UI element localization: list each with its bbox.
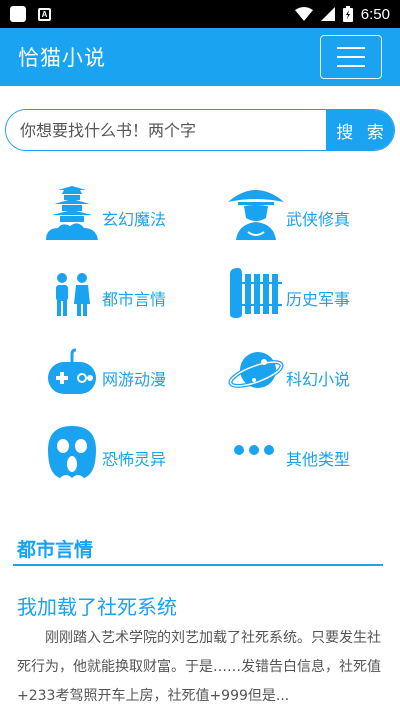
search-input[interactable] <box>6 110 326 150</box>
status-time: 6:50 <box>360 5 390 23</box>
pagoda-icon <box>46 186 98 240</box>
category-label: 武侠修真 <box>286 210 351 229</box>
menu-line <box>337 47 365 49</box>
book-description: 刚刚踏入艺术学院的刘艺加载了社死系统。只要发生社死行为，他就能换取财富。于是……… <box>17 630 381 704</box>
search-bar: 搜 索 <box>5 109 395 151</box>
a-badge-icon: A <box>38 7 51 21</box>
swordsman-hat-icon <box>228 190 284 240</box>
signal-icon <box>320 7 335 21</box>
section-divider <box>13 564 383 566</box>
planet-icon <box>228 352 284 388</box>
category-label: 玄幻魔法 <box>102 210 167 229</box>
category-kehuan[interactable]: 科幻小说 <box>228 342 350 402</box>
menu-button[interactable] <box>320 35 382 79</box>
dots-icon <box>234 445 274 455</box>
category-label: 历史军事 <box>286 290 351 309</box>
section-title: 都市言情 <box>17 539 94 561</box>
scream-face-icon <box>48 426 96 478</box>
category-label: 恐怖灵异 <box>102 450 167 469</box>
notification-icon <box>10 6 26 22</box>
category-lishi[interactable]: 历史军事 <box>228 262 350 322</box>
menu-line <box>337 56 365 58</box>
category-wangyou[interactable]: 网游动漫 <box>44 342 166 402</box>
menu-line <box>337 65 365 67</box>
category-label: 网游动漫 <box>102 370 167 389</box>
category-label: 都市言情 <box>102 290 167 309</box>
book-title[interactable]: 我加载了社死系统 <box>17 591 177 620</box>
category-kongbu[interactable]: 恐怖灵异 <box>44 422 166 482</box>
battery-icon <box>342 6 353 22</box>
category-label: 其他类型 <box>286 450 351 469</box>
category-dushi[interactable]: 都市言情 <box>44 262 166 322</box>
gamepad-icon <box>48 348 96 394</box>
category-wuxia[interactable]: 武侠修真 <box>228 182 350 242</box>
app-bar: 恰猫小说 <box>0 28 400 86</box>
status-bar: A 6:50 <box>0 0 400 28</box>
search-button[interactable]: 搜 索 <box>326 110 394 150</box>
couple-icon <box>56 273 90 316</box>
bamboo-scroll-icon <box>230 268 282 318</box>
category-xuanhuan[interactable]: 玄幻魔法 <box>44 182 166 242</box>
category-qita[interactable]: 其他类型 <box>228 422 350 482</box>
category-label: 科幻小说 <box>286 370 351 389</box>
app-title: 恰猫小说 <box>18 46 106 70</box>
wifi-icon <box>294 7 313 21</box>
